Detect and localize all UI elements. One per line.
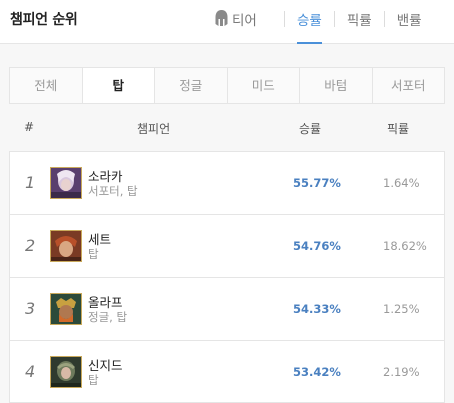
column-header-rank: # bbox=[24, 120, 35, 134]
table-row[interactable]: 4 신지드 탑 53.42% 2.19% bbox=[9, 340, 445, 403]
tab-winrate[interactable]: 승률 bbox=[297, 0, 322, 44]
rank-number: 2 bbox=[25, 236, 36, 255]
position-tab-top[interactable]: 탑 bbox=[82, 68, 155, 103]
pickrate-value: 18.62% bbox=[383, 239, 427, 253]
champion-portrait[interactable] bbox=[50, 167, 82, 199]
tab-pickrate[interactable]: 픽률 bbox=[347, 0, 372, 44]
position-tabs: 전체 탑 정글 미드 바텀 서포터 bbox=[9, 67, 445, 104]
tab-divider bbox=[333, 11, 335, 27]
table-row[interactable]: 3 올라프 정글, 탑 54.33% 1.25% bbox=[9, 277, 445, 340]
champion-positions: 정글, 탑 bbox=[88, 310, 128, 324]
champion-positions: 탑 bbox=[88, 373, 99, 387]
column-header-pickrate[interactable]: 픽률 bbox=[387, 120, 409, 137]
helmet-icon bbox=[214, 9, 229, 27]
rank-number: 1 bbox=[25, 173, 36, 192]
sort-tabs: 티어 승률 픽률 밴률 bbox=[214, 0, 422, 44]
rank-number: 4 bbox=[25, 362, 36, 381]
position-tab-bottom[interactable]: 바텀 bbox=[300, 68, 373, 103]
table-row[interactable]: 2 세트 탑 54.76% 18.62% bbox=[9, 214, 445, 277]
table-header: # 챔피언 승률 픽률 bbox=[9, 110, 445, 144]
tab-divider bbox=[284, 11, 285, 27]
champion-list: 1 소라카 서포터, 탑 55.77% 1.64% 2 세트 탑 54.76% … bbox=[9, 151, 445, 403]
tab-tier-label: 티어 bbox=[232, 13, 257, 29]
pickrate-value: 1.25% bbox=[383, 302, 420, 316]
winrate-value: 55.77% bbox=[293, 176, 341, 190]
page-title: 챔피언 순위 bbox=[10, 12, 78, 28]
winrate-value: 53.42% bbox=[293, 365, 341, 379]
winrate-value: 54.76% bbox=[293, 239, 341, 253]
winrate-value: 54.33% bbox=[293, 302, 341, 316]
tab-divider bbox=[383, 11, 385, 27]
champion-positions: 서포터, 탑 bbox=[88, 184, 138, 198]
table-row[interactable]: 1 소라카 서포터, 탑 55.77% 1.64% bbox=[9, 151, 445, 214]
pickrate-value: 2.19% bbox=[383, 365, 420, 379]
position-tab-mid[interactable]: 미드 bbox=[228, 68, 300, 103]
tab-banrate[interactable]: 밴률 bbox=[397, 0, 422, 44]
column-header-winrate[interactable]: 승률 bbox=[299, 120, 321, 137]
champion-portrait[interactable] bbox=[50, 356, 82, 388]
rank-number: 3 bbox=[25, 299, 36, 318]
champion-ranking-page: 챔피언 순위 티어 승률 픽률 밴률 전체 탑 정글 미드 바텀 서포터 # 챔… bbox=[0, 0, 454, 403]
position-tab-jungle[interactable]: 정글 bbox=[155, 68, 228, 103]
champion-portrait[interactable] bbox=[50, 293, 82, 325]
tab-tier[interactable]: 티어 bbox=[214, 0, 272, 44]
position-tab-support[interactable]: 서포터 bbox=[373, 68, 445, 103]
champion-positions: 탑 bbox=[88, 247, 99, 261]
column-header-champion: 챔피언 bbox=[137, 122, 171, 136]
pickrate-value: 1.64% bbox=[383, 176, 420, 190]
header-bar: 챔피언 순위 티어 승률 픽률 밴률 bbox=[0, 0, 454, 44]
champion-portrait[interactable] bbox=[50, 230, 82, 262]
position-tab-all[interactable]: 전체 bbox=[10, 68, 83, 103]
